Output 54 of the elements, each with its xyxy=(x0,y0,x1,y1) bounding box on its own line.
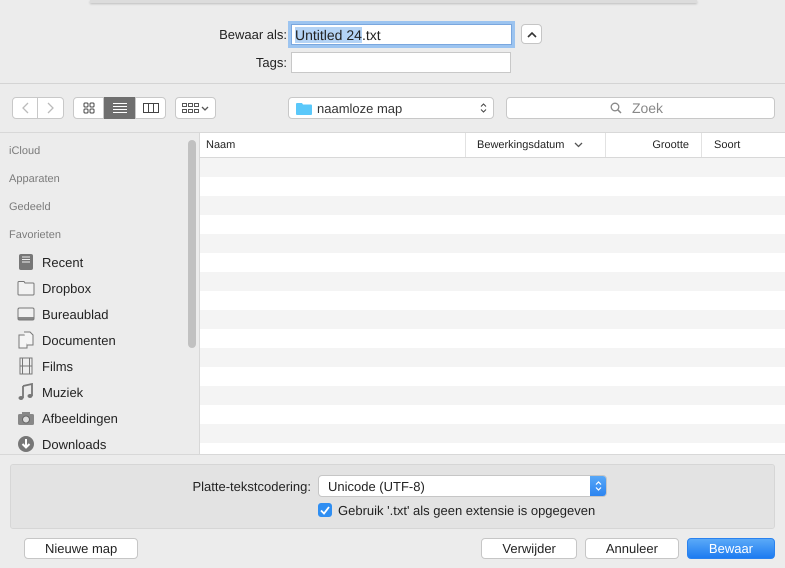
location-popup[interactable]: naamloze map xyxy=(288,97,494,119)
tags-field[interactable] xyxy=(291,52,511,72)
grid-view-button[interactable] xyxy=(73,97,104,119)
folder-icon xyxy=(296,102,312,114)
sidebar-section-heading: Apparaten xyxy=(8,172,61,187)
grid-icon xyxy=(82,102,94,114)
inbox-icon xyxy=(17,253,35,271)
updown-icon xyxy=(480,102,487,114)
sidebar-item[interactable]: Recent xyxy=(0,249,199,275)
chevron-icon xyxy=(526,30,536,38)
chevron-left-icon xyxy=(21,102,29,114)
chevron-right-icon xyxy=(46,102,54,114)
column-header[interactable]: Soort xyxy=(702,133,785,157)
tags-label: Tags: xyxy=(254,54,288,70)
column-header[interactable]: Bewerkingsdatum xyxy=(466,133,606,157)
checkbox[interactable] xyxy=(318,503,332,517)
sort-chevron-icon xyxy=(574,142,584,148)
search-field[interactable]: Zoek xyxy=(506,97,775,119)
column-header[interactable]: Grootte xyxy=(606,133,702,157)
column-header[interactable]: Naam xyxy=(200,133,466,157)
search-icon xyxy=(610,102,622,114)
desktop-icon xyxy=(17,305,35,323)
sidebar-section-heading: iCloud xyxy=(8,144,42,159)
sidebar-section-heading: Favorieten xyxy=(8,228,62,243)
camera-icon xyxy=(17,409,35,427)
updown-icon xyxy=(594,480,602,492)
sidebar-section-heading: Gedeeld xyxy=(8,200,52,215)
extension-checkbox[interactable]: Gebruik '.txt' als geen extensie is opgegeven xyxy=(318,502,596,518)
columns-icon xyxy=(142,102,158,114)
list-icon xyxy=(112,102,128,114)
expand-button[interactable] xyxy=(521,24,542,44)
save-as-label: Bewaar als: xyxy=(218,26,288,42)
dialog-button[interactable]: Annuleer xyxy=(584,538,679,559)
sidebar-item[interactable]: Muziek xyxy=(0,379,199,405)
music-note-icon xyxy=(17,383,35,401)
new-folder-button[interactable]: Nieuwe map xyxy=(24,538,138,559)
download-icon xyxy=(17,435,35,453)
film-icon xyxy=(17,357,35,375)
sidebar-item[interactable]: Afbeeldingen xyxy=(0,405,199,431)
scrollbar[interactable] xyxy=(188,140,196,348)
encoding-label: Platte-tekstcodering: xyxy=(191,478,312,494)
list-view-button[interactable] xyxy=(104,97,135,119)
sidebar-item[interactable]: Dropbox xyxy=(0,275,199,301)
columns-view-button[interactable] xyxy=(135,97,166,119)
document-icon xyxy=(17,331,35,349)
folder-icon xyxy=(17,279,35,297)
arrange-button[interactable] xyxy=(175,97,216,119)
sidebar-item[interactable]: Documenten xyxy=(0,327,199,353)
arrange-icon xyxy=(182,102,210,114)
sidebar-item[interactable]: Bureaublad xyxy=(0,301,199,327)
encoding-popup[interactable]: Unicode (UTF-8) xyxy=(318,475,607,497)
sidebar-item[interactable]: Downloads xyxy=(0,431,199,457)
dialog-button[interactable]: Verwijder xyxy=(481,538,577,559)
sidebar-item[interactable]: Films xyxy=(0,353,199,379)
